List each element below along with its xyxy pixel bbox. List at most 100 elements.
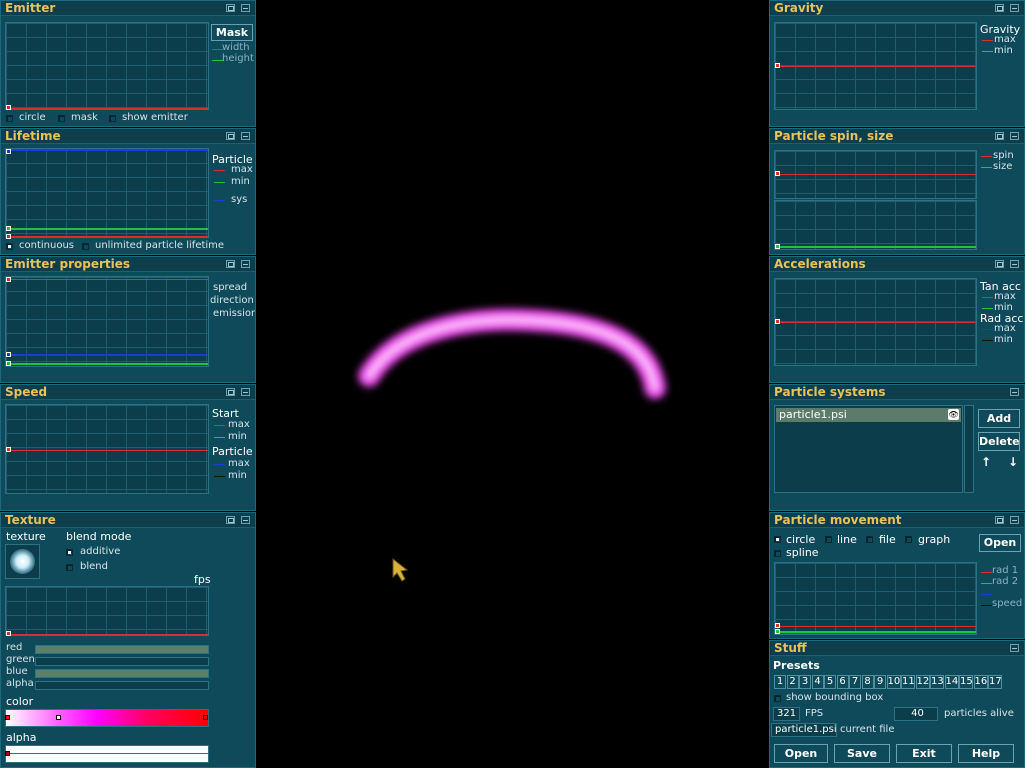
maximize-icon[interactable] bbox=[226, 260, 235, 268]
gradient-stop[interactable] bbox=[203, 715, 208, 720]
mask-checkbox[interactable] bbox=[58, 115, 65, 122]
minimize-icon[interactable] bbox=[1010, 388, 1019, 396]
emitter-graph[interactable] bbox=[5, 22, 209, 110]
preset-button[interactable]: 5 bbox=[824, 675, 836, 689]
preset-button[interactable]: 14 bbox=[944, 675, 959, 689]
particle-viewport[interactable] bbox=[257, 0, 768, 768]
alpha-slider[interactable] bbox=[35, 681, 209, 690]
particle-systems-title-bar[interactable]: Particle systems bbox=[770, 385, 1024, 400]
particle-movement-title-bar[interactable]: Particle movement bbox=[770, 513, 1024, 528]
mask-button[interactable]: Mask bbox=[211, 24, 253, 41]
minimize-icon[interactable] bbox=[1010, 644, 1019, 652]
minimize-icon[interactable] bbox=[241, 4, 250, 12]
preset-button[interactable]: 17 bbox=[988, 675, 1002, 689]
minimize-icon[interactable] bbox=[241, 516, 250, 524]
movement-graph[interactable] bbox=[774, 562, 977, 635]
spin-size-title-bar[interactable]: Particle spin, size bbox=[770, 129, 1024, 144]
file-radio[interactable] bbox=[866, 536, 873, 543]
texture-title-bar[interactable]: Texture bbox=[1, 513, 255, 528]
alpha-gradient-bar[interactable] bbox=[5, 745, 209, 763]
additive-radio[interactable] bbox=[66, 549, 73, 556]
move-up-icon[interactable]: ↑ bbox=[979, 455, 993, 471]
speed-graph[interactable] bbox=[5, 404, 209, 494]
graph-point[interactable] bbox=[775, 319, 780, 324]
red-slider[interactable] bbox=[35, 645, 209, 654]
speed-title-bar[interactable]: Speed bbox=[1, 385, 255, 400]
graph-point[interactable] bbox=[6, 447, 11, 452]
systems-scrollbar[interactable] bbox=[964, 405, 974, 493]
gradient-stop[interactable] bbox=[56, 715, 61, 720]
emitter-title-bar[interactable]: Emitter bbox=[1, 1, 255, 16]
graph-point[interactable] bbox=[6, 149, 11, 154]
move-down-icon[interactable]: ↓ bbox=[1006, 455, 1020, 471]
lifetime-graph[interactable] bbox=[5, 148, 209, 239]
gravity-graph[interactable] bbox=[774, 22, 977, 110]
stuff-title-bar[interactable]: Stuff bbox=[770, 641, 1024, 656]
maximize-icon[interactable] bbox=[995, 516, 1004, 524]
graph-point[interactable] bbox=[6, 226, 11, 231]
preset-button[interactable]: 9 bbox=[874, 675, 886, 689]
continuous-checkbox[interactable] bbox=[6, 243, 13, 250]
open-movement-button[interactable]: Open bbox=[979, 534, 1021, 552]
graph-point[interactable] bbox=[6, 352, 11, 357]
maximize-icon[interactable] bbox=[226, 388, 235, 396]
preset-button[interactable]: 10 bbox=[886, 675, 901, 689]
spin-graph[interactable] bbox=[774, 150, 977, 199]
minimize-icon[interactable] bbox=[241, 260, 250, 268]
graph-point[interactable] bbox=[775, 244, 780, 249]
preset-button[interactable]: 6 bbox=[836, 675, 849, 689]
circle-checkbox[interactable] bbox=[6, 115, 13, 122]
accelerations-graph[interactable] bbox=[774, 278, 977, 366]
gradient-stop[interactable] bbox=[5, 715, 10, 720]
alpha-stop[interactable] bbox=[5, 751, 10, 756]
show-bounding-box-checkbox[interactable] bbox=[774, 695, 781, 702]
minimize-icon[interactable] bbox=[241, 388, 250, 396]
graph-point[interactable] bbox=[6, 361, 11, 366]
maximize-icon[interactable] bbox=[226, 132, 235, 140]
visibility-eye-icon[interactable]: 👁 bbox=[948, 409, 959, 420]
minimize-icon[interactable] bbox=[1010, 132, 1019, 140]
exit-button[interactable]: Exit bbox=[896, 744, 952, 763]
preset-button[interactable]: 1 bbox=[774, 675, 786, 689]
texture-preview[interactable] bbox=[5, 544, 40, 579]
minimize-icon[interactable] bbox=[1010, 4, 1019, 12]
line-radio[interactable] bbox=[825, 536, 832, 543]
preset-button[interactable]: 8 bbox=[861, 675, 874, 689]
preset-button[interactable]: 12 bbox=[915, 675, 930, 689]
maximize-icon[interactable] bbox=[995, 260, 1004, 268]
help-button[interactable]: Help bbox=[958, 744, 1014, 763]
preset-button[interactable]: 11 bbox=[901, 675, 915, 689]
systems-list[interactable]: particle1.psi 👁 bbox=[774, 405, 963, 493]
save-button[interactable]: Save bbox=[834, 744, 890, 763]
fps-graph[interactable] bbox=[5, 586, 209, 636]
green-slider[interactable] bbox=[35, 657, 209, 666]
graph-point[interactable] bbox=[6, 631, 11, 636]
minimize-icon[interactable] bbox=[1010, 516, 1019, 524]
gravity-title-bar[interactable]: Gravity bbox=[770, 1, 1024, 16]
maximize-icon[interactable] bbox=[226, 4, 235, 12]
maximize-icon[interactable] bbox=[995, 132, 1004, 140]
graph-point[interactable] bbox=[6, 277, 11, 282]
graph-point[interactable] bbox=[775, 629, 780, 634]
blend-radio[interactable] bbox=[66, 564, 73, 571]
preset-button[interactable]: 15 bbox=[959, 675, 973, 689]
minimize-icon[interactable] bbox=[241, 132, 250, 140]
graph-point[interactable] bbox=[6, 234, 11, 239]
color-gradient-bar[interactable] bbox=[5, 709, 209, 727]
show-emitter-checkbox[interactable] bbox=[109, 115, 116, 122]
lifetime-title-bar[interactable]: Lifetime bbox=[1, 129, 255, 144]
current-file-field[interactable]: particle1.psi bbox=[771, 723, 837, 737]
add-button[interactable]: Add bbox=[978, 409, 1020, 428]
preset-button[interactable]: 7 bbox=[849, 675, 861, 689]
circle-radio[interactable] bbox=[774, 536, 781, 543]
graph-point[interactable] bbox=[6, 105, 11, 110]
blue-slider[interactable] bbox=[35, 669, 209, 678]
open-button[interactable]: Open bbox=[774, 744, 828, 763]
minimize-icon[interactable] bbox=[1010, 260, 1019, 268]
maximize-icon[interactable] bbox=[995, 4, 1004, 12]
maximize-icon[interactable] bbox=[226, 516, 235, 524]
unlimited-checkbox[interactable] bbox=[82, 243, 89, 250]
accelerations-title-bar[interactable]: Accelerations bbox=[770, 257, 1024, 272]
delete-button[interactable]: Delete bbox=[978, 432, 1020, 451]
preset-button[interactable]: 16 bbox=[973, 675, 988, 689]
